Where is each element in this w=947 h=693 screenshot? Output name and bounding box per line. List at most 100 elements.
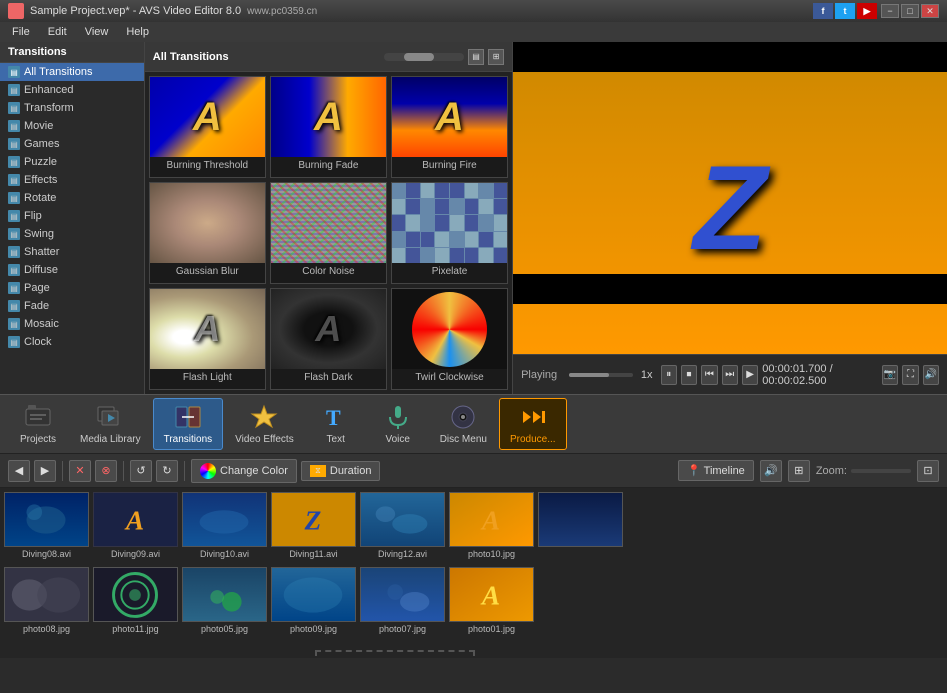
transition-thumb: A <box>150 289 265 369</box>
sidebar-item-rotate[interactable]: ▤ Rotate <box>0 189 144 207</box>
transition-preview-letter: A <box>194 308 220 350</box>
sidebar-item-page[interactable]: ▤ Page <box>0 279 144 297</box>
timeline-button[interactable]: 📍 Timeline <box>678 460 754 481</box>
voice-button[interactable]: Voice <box>368 399 428 449</box>
transition-twirl-clockwise[interactable]: Twirl Clockwise <box>391 288 508 390</box>
window-title: Sample Project.vep* - AVS Video Editor 8… <box>30 5 241 17</box>
menu-file[interactable]: File <box>4 24 38 40</box>
transition-preview-letter: A <box>315 308 341 350</box>
media-item-diving10[interactable]: Diving10.avi <box>182 492 267 559</box>
app-icon <box>8 3 24 19</box>
speed-label: 1x <box>641 369 653 381</box>
duration-button[interactable]: ⧖ Duration <box>301 461 381 481</box>
media-item-photo-blue[interactable] <box>538 492 623 559</box>
sidebar-item-shatter[interactable]: ▤ Shatter <box>0 243 144 261</box>
sidebar-item-clock[interactable]: ▤ Clock <box>0 333 144 351</box>
text-button[interactable]: T Text <box>306 399 366 449</box>
forward-button[interactable]: ▶ <box>34 460 56 482</box>
transition-flash-dark[interactable]: A Flash Dark <box>270 288 387 390</box>
view-small-button[interactable]: ▤ <box>468 49 484 65</box>
menu-view[interactable]: View <box>77 24 117 40</box>
sidebar-item-enhanced[interactable]: ▤ Enhanced <box>0 81 144 99</box>
snapshot-button[interactable]: 📷 <box>882 365 898 385</box>
media-label: photo08.jpg <box>23 624 70 634</box>
media-item-photo01[interactable]: A photo01.jpg <box>449 567 534 634</box>
transition-burning-fire[interactable]: A Burning Fire <box>391 76 508 178</box>
media-item-photo09[interactable]: photo09.jpg <box>271 567 356 634</box>
transition-label: Flash Light <box>150 369 265 386</box>
zoom-fit[interactable]: ⊡ <box>917 460 939 482</box>
media-item-photo05[interactable]: photo05.jpg <box>182 567 267 634</box>
media-item-diving12[interactable]: Diving12.avi <box>360 492 445 559</box>
text-tool-icon: T <box>322 403 350 431</box>
media-item-photo10[interactable]: A photo10.jpg <box>449 492 534 559</box>
preview-area: Z <box>513 42 947 354</box>
minimize-button[interactable]: − <box>881 4 899 18</box>
sidebar-item-games[interactable]: ▤ Games <box>0 135 144 153</box>
sidebar-item-transform[interactable]: ▤ Transform <box>0 99 144 117</box>
storyboard-view[interactable]: ⊞ <box>788 460 810 482</box>
sidebar-item-all-transitions[interactable]: ▤ All Transitions <box>0 63 144 81</box>
sidebar-item-flip[interactable]: ▤ Flip <box>0 207 144 225</box>
scroll-thumb[interactable] <box>404 53 434 61</box>
zoom-track[interactable] <box>851 469 911 473</box>
volume-control[interactable]: 🔊 <box>760 460 782 482</box>
facebook-icon[interactable]: f <box>813 3 833 19</box>
action-bar: ◀ ▶ ✕ ⊗ ↺ ↻ Change Color ⧖ Duration 📍 Ti… <box>0 454 947 488</box>
svg-text:A: A <box>480 581 500 611</box>
drop-zone[interactable]: Drag media items here. <box>315 650 475 658</box>
view-large-button[interactable]: ⊞ <box>488 49 504 65</box>
delete-button[interactable]: ✕ <box>69 460 91 482</box>
speed-thumb[interactable] <box>569 373 609 377</box>
transition-flash-light[interactable]: A Flash Light <box>149 288 266 390</box>
twitter-icon[interactable]: t <box>835 3 855 19</box>
projects-button[interactable]: Projects <box>8 399 68 449</box>
folder-icon: ▤ <box>8 246 20 258</box>
sidebar-item-effects[interactable]: ▤ Effects <box>0 171 144 189</box>
media-library-button[interactable]: Media Library <box>70 399 151 449</box>
transition-gaussian-blur[interactable]: Gaussian Blur <box>149 182 266 284</box>
video-effects-button[interactable]: Video Effects <box>225 399 304 449</box>
media-item-trans-a1[interactable]: A Diving09.avi <box>93 492 178 559</box>
disc-menu-button[interactable]: Disc Menu <box>430 399 497 449</box>
remove-button[interactable]: ⊗ <box>95 460 117 482</box>
sidebar-item-mosaic[interactable]: ▤ Mosaic <box>0 315 144 333</box>
media-item-photo07[interactable]: photo07.jpg <box>360 567 445 634</box>
sidebar-item-movie[interactable]: ▤ Movie <box>0 117 144 135</box>
produce-button[interactable]: Produce... <box>499 398 567 450</box>
change-color-button[interactable]: Change Color <box>191 459 297 483</box>
youtube-icon[interactable]: ▶ <box>857 3 877 19</box>
maximize-button[interactable]: □ <box>901 4 919 18</box>
back-button[interactable]: ◀ <box>8 460 30 482</box>
play-forward-button[interactable]: ▶ <box>742 365 758 385</box>
sidebar-item-fade[interactable]: ▤ Fade <box>0 297 144 315</box>
media-item-photo11[interactable]: photo11.jpg <box>93 567 178 634</box>
menu-edit[interactable]: Edit <box>40 24 75 40</box>
transitions-tool-icon <box>174 403 202 431</box>
close-button[interactable]: ✕ <box>921 4 939 18</box>
redo-button[interactable]: ↻ <box>156 460 178 482</box>
volume-button[interactable]: 🔊 <box>923 365 939 385</box>
sidebar-item-diffuse[interactable]: ▤ Diffuse <box>0 261 144 279</box>
transition-pixelate[interactable]: Pixelate <box>391 182 508 284</box>
prev-frame-button[interactable]: ⏮ <box>701 365 717 385</box>
next-frame-button[interactable]: ⏭ <box>722 365 738 385</box>
transition-thumb: A <box>271 77 386 157</box>
transition-color-noise[interactable]: Color Noise <box>270 182 387 284</box>
transition-burning-fade[interactable]: A Burning Fade <box>270 76 387 178</box>
media-item-trans-z1[interactable]: Z Diving11.avi <box>271 492 356 559</box>
media-item-diving08[interactable]: Diving08.avi <box>4 492 89 559</box>
media-thumb <box>360 567 445 622</box>
play-pause-button[interactable]: ⏸ <box>661 365 677 385</box>
folder-icon: ▤ <box>8 336 20 348</box>
voice-icon <box>384 403 412 431</box>
fullscreen-button[interactable]: ⛶ <box>902 365 918 385</box>
media-item-photo08[interactable]: photo08.jpg <box>4 567 89 634</box>
transitions-tool-button[interactable]: Transitions <box>153 398 224 450</box>
transition-burning-threshold[interactable]: A Burning Threshold <box>149 76 266 178</box>
sidebar-item-swing[interactable]: ▤ Swing <box>0 225 144 243</box>
undo-button[interactable]: ↺ <box>130 460 152 482</box>
menu-help[interactable]: Help <box>118 24 157 40</box>
sidebar-item-puzzle[interactable]: ▤ Puzzle <box>0 153 144 171</box>
stop-button[interactable]: ⏹ <box>681 365 697 385</box>
